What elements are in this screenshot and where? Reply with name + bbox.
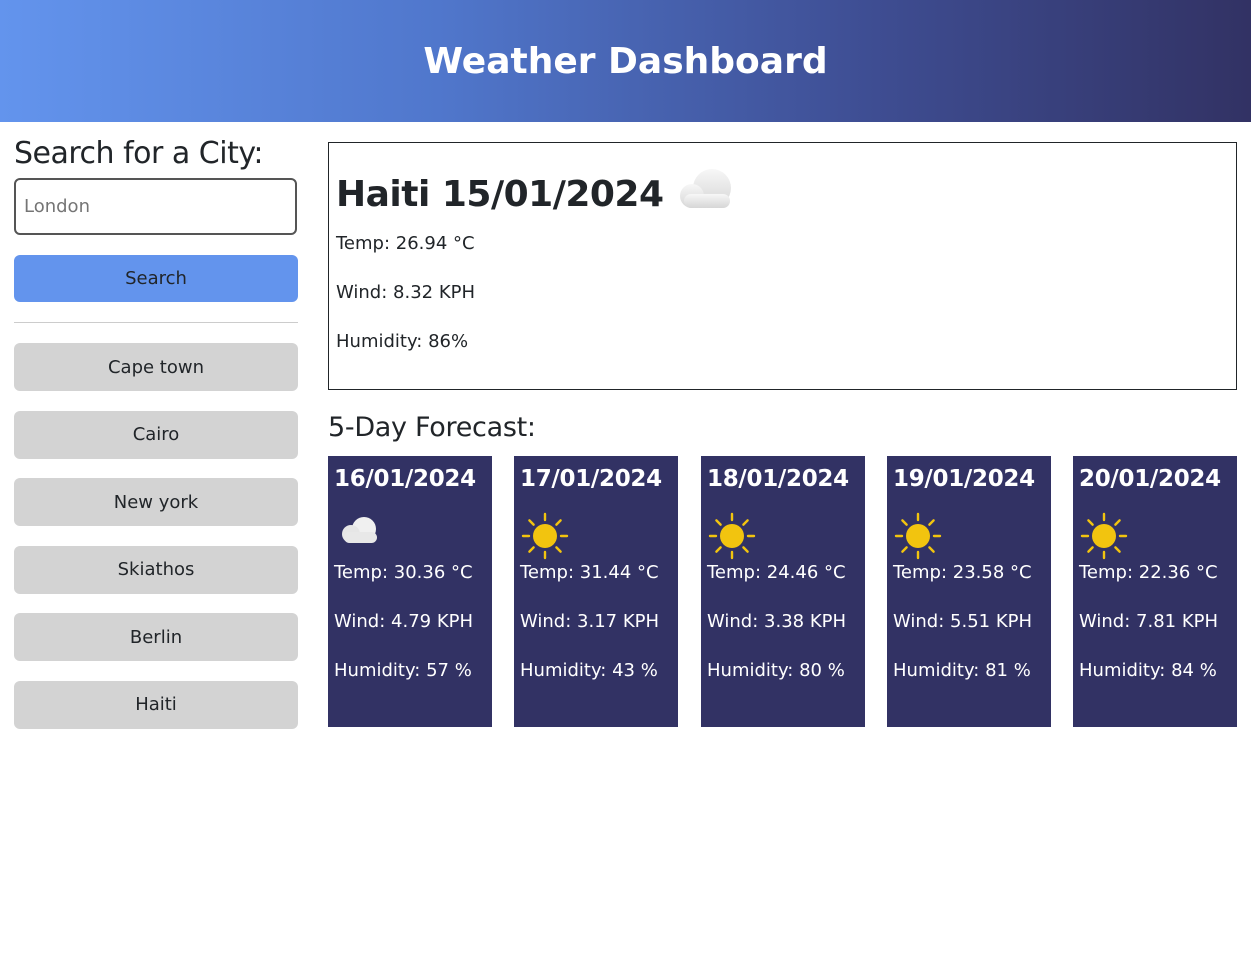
search-heading: Search for a City: bbox=[14, 136, 264, 171]
history-city-button[interactable]: Cape town bbox=[14, 343, 298, 391]
history-city-button[interactable]: New york bbox=[14, 478, 298, 526]
page-title: Weather Dashboard bbox=[423, 40, 828, 82]
forecast-card: 20/01/2024 Temp: 22.36 °C Wind: 7.81 KPH… bbox=[1073, 456, 1237, 727]
current-wind: Wind: 8.32 KPH bbox=[336, 282, 476, 303]
forecast-temp: Temp: 24.46 °C bbox=[707, 562, 846, 583]
search-button[interactable]: Search bbox=[14, 255, 298, 302]
sun-icon bbox=[707, 512, 859, 562]
forecast-card: 16/01/2024 Temp: 30.36 °C Wind: 4.79 KPH… bbox=[328, 456, 492, 727]
history-city-button[interactable]: Haiti bbox=[14, 680, 298, 729]
forecast-temp: Temp: 31.44 °C bbox=[520, 562, 659, 583]
forecast-wind: Wind: 3.17 KPH bbox=[520, 611, 660, 632]
current-temp: Temp: 26.94 °C bbox=[336, 233, 475, 254]
forecast-wind: Wind: 5.51 KPH bbox=[893, 611, 1033, 632]
forecast-date: 19/01/2024 bbox=[893, 466, 1035, 492]
forecast-temp: Temp: 22.36 °C bbox=[1079, 562, 1218, 583]
forecast-temp: Temp: 30.36 °C bbox=[334, 562, 473, 583]
sun-icon bbox=[893, 512, 1045, 562]
forecast-heading: 5-Day Forecast: bbox=[328, 412, 536, 443]
search-history-list: Cape town Cairo New york Skiathos Berlin… bbox=[14, 343, 298, 729]
cloud-icon bbox=[670, 166, 736, 218]
forecast-date: 18/01/2024 bbox=[707, 466, 849, 492]
forecast-date: 16/01/2024 bbox=[334, 466, 476, 492]
forecast-wind: Wind: 4.79 KPH bbox=[334, 611, 474, 632]
forecast-date: 17/01/2024 bbox=[520, 466, 662, 492]
forecast-temp: Temp: 23.58 °C bbox=[893, 562, 1032, 583]
forecast-humidity: Humidity: 57 % bbox=[334, 660, 472, 681]
forecast-humidity: Humidity: 81 % bbox=[893, 660, 1031, 681]
history-city-button[interactable]: Cairo bbox=[14, 410, 298, 459]
city-search-input[interactable] bbox=[14, 178, 297, 235]
sun-icon bbox=[520, 512, 672, 562]
history-city-button[interactable]: Berlin bbox=[14, 613, 298, 661]
forecast-humidity: Humidity: 43 % bbox=[520, 660, 658, 681]
cloud-icon bbox=[334, 512, 486, 562]
page-header: Weather Dashboard bbox=[0, 0, 1251, 122]
forecast-card: 17/01/2024 Temp: 31.44 °C Wind: 3.17 KPH… bbox=[514, 456, 678, 727]
forecast-wind: Wind: 7.81 KPH bbox=[1079, 611, 1219, 632]
forecast-date: 20/01/2024 bbox=[1079, 466, 1221, 492]
forecast-card: 18/01/2024 Temp: 24.46 °C Wind: 3.38 KPH… bbox=[701, 456, 865, 727]
sidebar-divider bbox=[14, 322, 298, 323]
forecast-humidity: Humidity: 80 % bbox=[707, 660, 845, 681]
current-weather-header: Haiti 15/01/2024 bbox=[336, 168, 1229, 220]
forecast-humidity: Humidity: 84 % bbox=[1079, 660, 1217, 681]
current-city-date: Haiti 15/01/2024 bbox=[336, 173, 664, 215]
history-city-button[interactable]: Skiathos bbox=[14, 545, 298, 594]
current-weather-card: Haiti 15/01/2024 Temp: 26.94 °C Wind: 8.… bbox=[328, 142, 1237, 390]
sun-icon bbox=[1079, 512, 1231, 562]
forecast-cards: 16/01/2024 Temp: 30.36 °C Wind: 4.79 KPH… bbox=[328, 456, 1237, 727]
forecast-card: 19/01/2024 Temp: 23.58 °C Wind: 5.51 KPH… bbox=[887, 456, 1051, 727]
current-humidity: Humidity: 86% bbox=[336, 331, 469, 352]
sidebar: Search for a City: Search Cape town Cair… bbox=[14, 122, 298, 748]
forecast-wind: Wind: 3.38 KPH bbox=[707, 611, 847, 632]
